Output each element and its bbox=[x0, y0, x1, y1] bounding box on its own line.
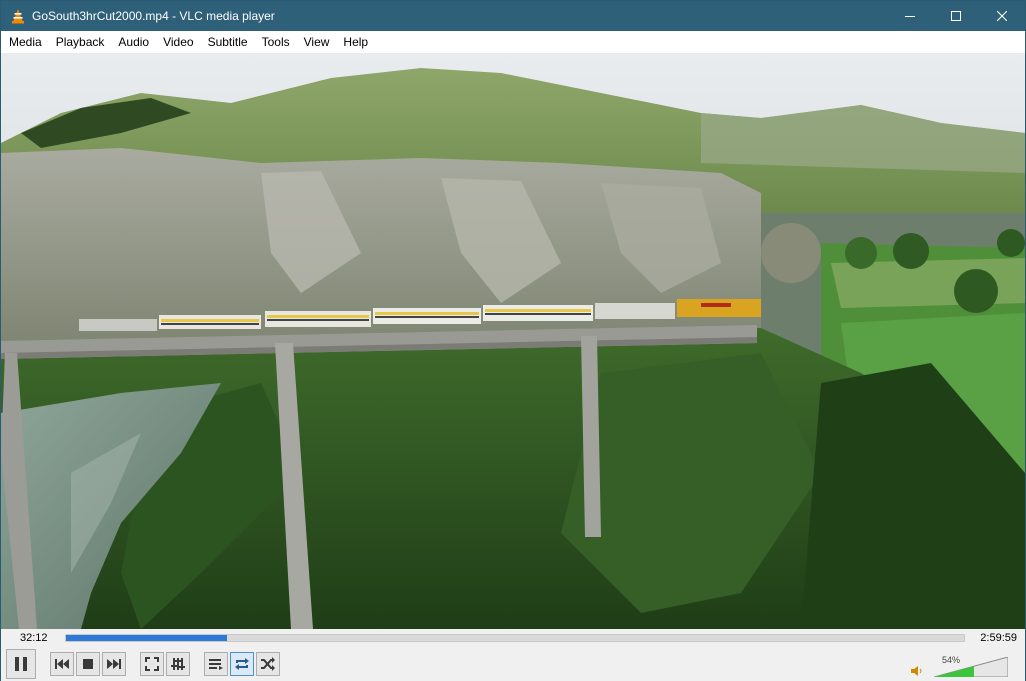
seek-slider[interactable] bbox=[65, 634, 965, 642]
minimize-button[interactable] bbox=[887, 1, 933, 31]
close-button[interactable] bbox=[979, 1, 1025, 31]
stop-button[interactable] bbox=[76, 652, 100, 676]
menu-help[interactable]: Help bbox=[336, 31, 375, 53]
playlist-icon bbox=[209, 659, 223, 670]
menu-subtitle[interactable]: Subtitle bbox=[201, 31, 255, 53]
stop-icon bbox=[83, 659, 93, 669]
title-bar[interactable]: GoSouth3hrCut2000.mp4 - VLC media player bbox=[1, 1, 1025, 31]
vlc-window: GoSouth3hrCut2000.mp4 - VLC media player… bbox=[0, 0, 1026, 681]
next-button[interactable] bbox=[102, 652, 126, 676]
loop-icon bbox=[235, 658, 249, 670]
menu-view[interactable]: View bbox=[297, 31, 337, 53]
shuffle-icon bbox=[261, 657, 275, 671]
playlist-button[interactable] bbox=[204, 652, 228, 676]
close-icon bbox=[997, 11, 1007, 21]
menu-playback[interactable]: Playback bbox=[49, 31, 112, 53]
fullscreen-button[interactable] bbox=[140, 652, 164, 676]
video-scene bbox=[1, 53, 1025, 629]
extended-settings-icon bbox=[171, 658, 185, 670]
previous-button[interactable] bbox=[50, 652, 74, 676]
volume-slider[interactable] bbox=[934, 657, 1008, 677]
video-frame[interactable] bbox=[1, 53, 1025, 629]
menu-tools[interactable]: Tools bbox=[255, 31, 297, 53]
menu-bar: Media Playback Audio Video Subtitle Tool… bbox=[1, 31, 1025, 53]
previous-icon bbox=[55, 659, 69, 669]
pause-icon bbox=[15, 657, 27, 671]
seek-row: 32:12 2:59:59 bbox=[1, 629, 1025, 647]
maximize-button[interactable] bbox=[933, 1, 979, 31]
seek-progress bbox=[66, 635, 227, 641]
elapsed-time[interactable]: 32:12 bbox=[20, 632, 48, 644]
control-bar bbox=[1, 647, 1025, 681]
next-icon bbox=[107, 659, 121, 669]
total-time[interactable]: 2:59:59 bbox=[980, 632, 1017, 644]
minimize-icon bbox=[905, 16, 915, 17]
loop-button[interactable] bbox=[230, 652, 254, 676]
speaker-icon[interactable] bbox=[911, 665, 923, 680]
menu-audio[interactable]: Audio bbox=[111, 31, 156, 53]
menu-media[interactable]: Media bbox=[2, 31, 49, 53]
window-title: GoSouth3hrCut2000.mp4 - VLC media player bbox=[32, 9, 275, 23]
extended-settings-button[interactable] bbox=[166, 652, 190, 676]
fullscreen-icon bbox=[145, 657, 159, 671]
shuffle-button[interactable] bbox=[256, 652, 280, 676]
menu-video[interactable]: Video bbox=[156, 31, 200, 53]
pause-button[interactable] bbox=[6, 649, 36, 679]
maximize-icon bbox=[951, 11, 961, 21]
vlc-cone-icon bbox=[10, 8, 26, 24]
